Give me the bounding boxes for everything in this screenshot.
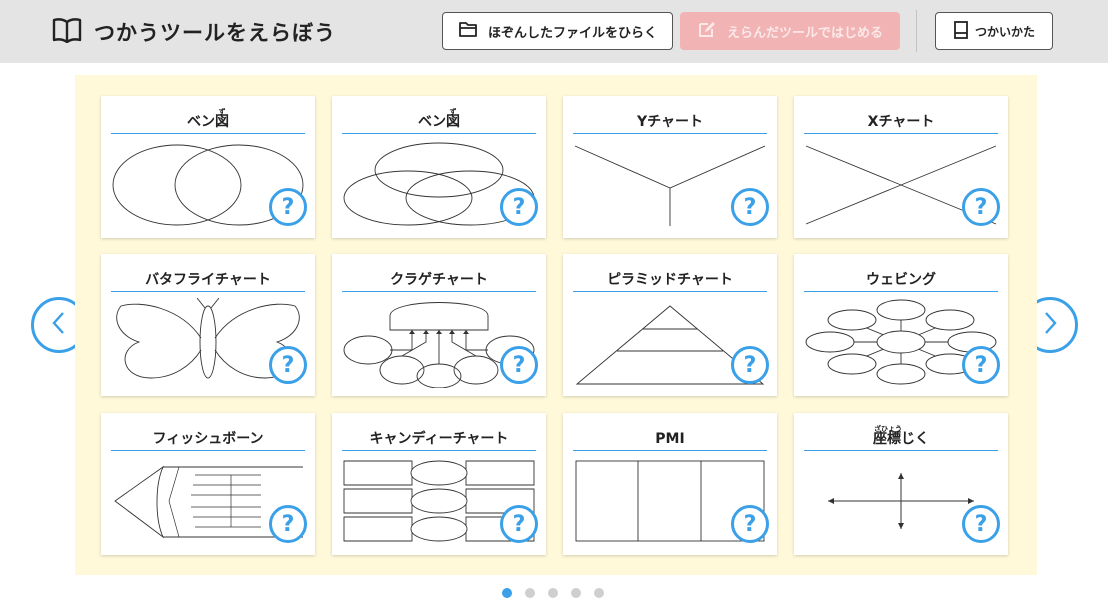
help-question-button[interactable]: ? bbox=[269, 188, 307, 226]
tool-card-title: ベン図 ず bbox=[111, 108, 305, 134]
how-to-use-button[interactable]: つかいかた bbox=[935, 12, 1053, 50]
page-dot-4[interactable] bbox=[571, 588, 581, 598]
tool-card-pyramid-chart[interactable]: ピラミッドチャート ? bbox=[563, 254, 777, 396]
help-question-button[interactable]: ? bbox=[731, 188, 769, 226]
help-question-button[interactable]: ? bbox=[962, 188, 1000, 226]
tool-card-coordinate-axes[interactable]: 座標じく ざひょう ? bbox=[794, 413, 1008, 555]
open-saved-file-button[interactable]: ほぞんしたファイルをひらく bbox=[442, 12, 673, 50]
help-question-button[interactable]: ? bbox=[962, 505, 1000, 543]
help-question-button[interactable]: ? bbox=[500, 346, 538, 384]
tool-card-candy-chart[interactable]: キャンディーチャート ? bbox=[332, 413, 546, 555]
header-divider bbox=[916, 10, 917, 52]
tool-card-venn-3[interactable]: ベン図 ず ? bbox=[332, 96, 546, 238]
pagination-dots bbox=[502, 588, 604, 598]
folder-icon bbox=[458, 20, 478, 42]
app-header: つかうツールをえらぼう ほぞんしたファイルをひらく えらんだツールではじめる つ… bbox=[0, 0, 1108, 63]
ruby-text: ざひょう bbox=[874, 425, 902, 433]
tool-card-jellyfish-chart[interactable]: クラゲチャート ? bbox=[332, 254, 546, 396]
how-to-use-label: つかいかた bbox=[974, 24, 1035, 39]
page-dot-5[interactable] bbox=[594, 588, 604, 598]
booklet-icon bbox=[953, 20, 969, 43]
chevron-left-icon bbox=[49, 310, 69, 340]
tool-card-butterfly-chart[interactable]: バタフライチャート ? bbox=[101, 254, 315, 396]
page-dot-3[interactable] bbox=[548, 588, 558, 598]
tool-card-title: バタフライチャート bbox=[111, 270, 305, 292]
help-question-button[interactable]: ? bbox=[269, 346, 307, 384]
tool-card-title: ウェビング bbox=[804, 270, 998, 292]
tool-card-webbing[interactable]: ウェビング ? bbox=[794, 254, 1008, 396]
tool-card-title: PMI bbox=[573, 429, 767, 451]
help-question-button[interactable]: ? bbox=[731, 346, 769, 384]
tool-card-y-chart[interactable]: Yチャート ? bbox=[563, 96, 777, 238]
help-question-button[interactable]: ? bbox=[962, 346, 1000, 384]
tool-card-title: ベン図 ず bbox=[342, 108, 536, 134]
tool-card-title: Yチャート bbox=[573, 112, 767, 134]
help-question-button[interactable]: ? bbox=[731, 505, 769, 543]
app-title-group: つかうツールをえらぼう bbox=[52, 17, 336, 47]
tool-card-venn-2[interactable]: ベン図 ず ? bbox=[101, 96, 315, 238]
edit-icon bbox=[697, 19, 717, 43]
tool-card-fishbone[interactable]: フィッシュボーン ? bbox=[101, 413, 315, 555]
title-with-ruby: ベン図 ず bbox=[418, 108, 460, 132]
tool-card-title: フィッシュボーン bbox=[111, 429, 305, 451]
tool-card-x-chart[interactable]: Xチャート ? bbox=[794, 96, 1008, 238]
tool-card-title: Xチャート bbox=[804, 112, 998, 134]
open-book-icon bbox=[52, 17, 82, 47]
open-saved-file-label: ほぞんしたファイルをひらく bbox=[487, 25, 657, 41]
tool-grid: ベン図 ず ? ベン図 ず ? Yチャート ? Xチャート ? バタフライチャー… bbox=[75, 75, 1037, 575]
tool-card-title: キャンディーチャート bbox=[342, 429, 536, 451]
tool-card-title: 座標じく ざひょう bbox=[804, 425, 998, 451]
tool-card-title: ピラミッドチャート bbox=[573, 270, 767, 292]
tool-card-title: クラゲチャート bbox=[342, 270, 536, 292]
chevron-right-icon bbox=[1040, 310, 1060, 340]
help-question-button[interactable]: ? bbox=[500, 505, 538, 543]
ruby-text: ず bbox=[218, 108, 226, 116]
page-title: つかうツールをえらぼう bbox=[94, 21, 336, 45]
page-dot-2[interactable] bbox=[525, 588, 535, 598]
start-with-selected-tool-button[interactable]: えらんだツールではじめる bbox=[680, 12, 900, 50]
tool-card-pmi[interactable]: PMI ? bbox=[563, 413, 777, 555]
help-question-button[interactable]: ? bbox=[269, 505, 307, 543]
title-with-ruby: 座標じく ざひょう bbox=[873, 425, 929, 449]
start-with-selected-tool-label: えらんだツールではじめる bbox=[726, 25, 883, 41]
page-dot-1[interactable] bbox=[502, 588, 512, 598]
title-with-ruby: ベン図 ず bbox=[187, 108, 229, 132]
ruby-text: ず bbox=[449, 108, 457, 116]
help-question-button[interactable]: ? bbox=[500, 188, 538, 226]
